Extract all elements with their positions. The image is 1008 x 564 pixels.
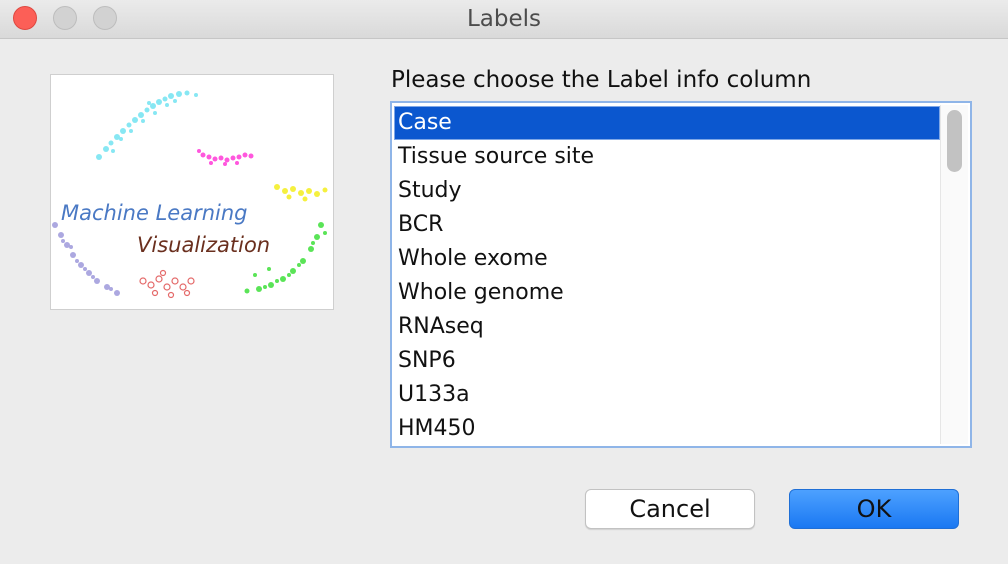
list-item[interactable]: RNAseq [394,310,940,344]
list-scrollbar[interactable] [940,105,968,444]
title-bar[interactable]: Labels [0,0,1008,39]
list-item[interactable]: BCR [394,208,940,242]
scrollbar-thumb[interactable] [947,110,962,172]
logo-text-line1: Machine Learning [61,201,248,225]
logo-graphic: Machine Learning Visualization [52,90,328,299]
list-item[interactable]: U133a [394,378,940,412]
prompt-label: Please choose the Label info column [391,67,812,93]
window-title: Labels [466,6,542,32]
cancel-button[interactable]: Cancel [585,489,755,529]
list-item[interactable]: Whole exome [394,242,940,276]
labels-dialog: Labels Machine Learning Visualization Pl… [0,0,1008,564]
list-item[interactable]: HM450 [394,412,940,446]
ok-button[interactable]: OK [789,489,959,529]
list-items: Case Tissue source site Study BCR Whole exom… [394,106,940,446]
ml-visualization-logo: Machine Learning Visualization [50,74,334,310]
list-item[interactable]: SNP6 [394,344,940,378]
list-item[interactable]: Tissue source site [394,140,940,174]
list-item[interactable]: Case [394,106,940,140]
label-column-list[interactable]: Case Tissue source site Study BCR Whole exom… [390,101,972,448]
logo-text-line2: Visualization [137,233,270,257]
list-item[interactable]: Study [394,174,940,208]
list-item[interactable]: Whole genome [394,276,940,310]
